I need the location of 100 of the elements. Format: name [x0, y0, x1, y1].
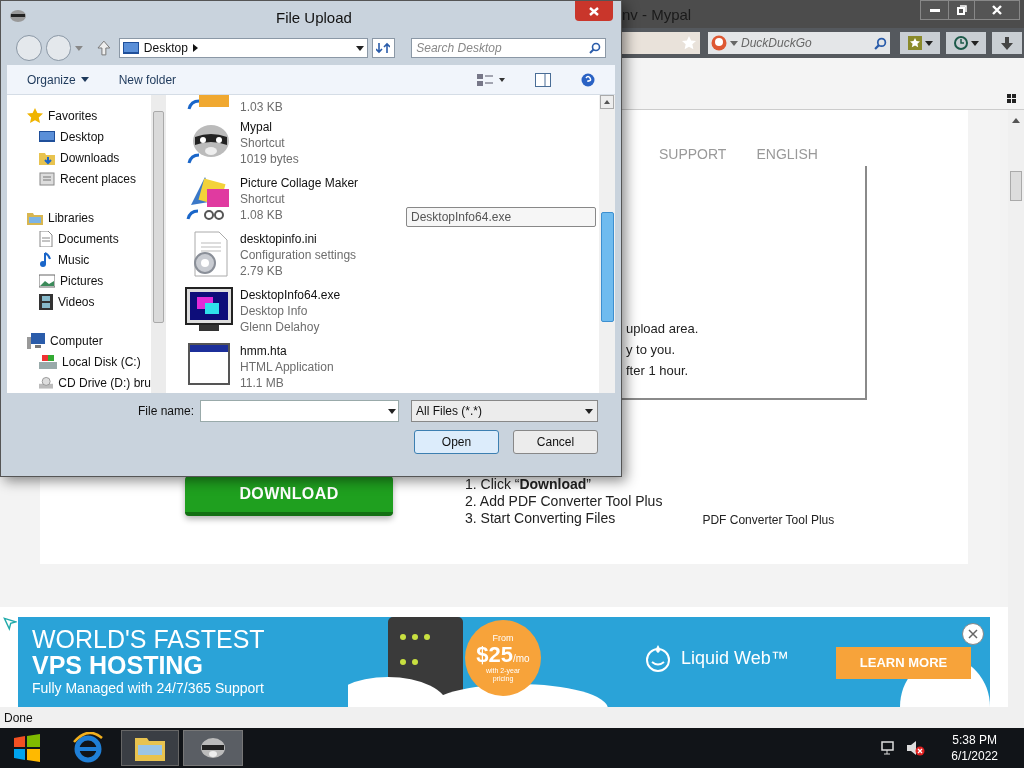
star-icon: [27, 107, 43, 124]
nav-group[interactable]: Libraries: [27, 207, 151, 228]
restore-button[interactable]: [949, 1, 975, 19]
minimize-icon: [929, 8, 940, 12]
search-field[interactable]: Search Desktop: [411, 38, 606, 58]
view-options-icon[interactable]: [477, 72, 505, 87]
scroll-up-icon: [604, 100, 610, 104]
file-detail: Shortcut: [240, 135, 286, 151]
up-arrow-icon[interactable]: [97, 40, 111, 56]
clock-icon: [953, 36, 968, 50]
product-caption: PDF Converter Tool Plus: [702, 512, 835, 529]
nav-item[interactable]: Videos: [27, 291, 151, 312]
file-name-label: File name:: [138, 403, 195, 420]
preview-pane-icon[interactable]: [535, 72, 551, 87]
bookmarks-button[interactable]: [900, 32, 940, 54]
upload-info-text: y to you.: [626, 341, 677, 359]
ad-choices-icon[interactable]: [3, 617, 17, 632]
liquid-web-logo-icon: [643, 643, 673, 673]
nav-item[interactable]: Local Disk (C:): [27, 351, 151, 372]
close-button[interactable]: [575, 1, 613, 21]
organize-menu[interactable]: Organize: [27, 70, 89, 89]
close-icon: [968, 629, 978, 639]
file-detail: Configuration settings: [240, 247, 357, 263]
file-item[interactable]: Mypal Shortcut 1019 bytes: [184, 115, 359, 171]
nav-item[interactable]: Pictures: [27, 270, 151, 291]
document-icon: [39, 230, 53, 247]
computer-icon: [27, 332, 45, 349]
dropdown-caret-icon: [730, 40, 738, 46]
address-bar[interactable]: Desktop: [118, 38, 368, 58]
dropdown-caret-icon: [585, 408, 594, 414]
nav-item[interactable]: Recent places: [27, 168, 151, 189]
upload-info-text: upload area.: [626, 320, 700, 338]
status-text: Done: [4, 709, 33, 727]
download-button[interactable]: [992, 32, 1022, 54]
scrollbar-thumb[interactable]: [153, 111, 164, 323]
price-unit: /mo: [513, 653, 530, 664]
file-name: Mypal: [240, 119, 273, 135]
address-bar[interactable]: [622, 32, 700, 54]
scrollbar[interactable]: [151, 95, 166, 393]
file-item[interactable]: desktopinfo.ini Configuration settings 2.79 KB: [184, 227, 359, 283]
tooltip: DesktopInfo64.exe: [406, 207, 596, 227]
duck-logo-icon: [711, 35, 727, 51]
refresh-button[interactable]: [371, 38, 396, 58]
search-field[interactable]: DuckDuckGo: [708, 32, 890, 54]
file-detail: 1.08 KB: [240, 207, 284, 223]
file-detail: Glenn Delahoy: [240, 319, 321, 335]
new-folder-button[interactable]: New folder: [118, 70, 177, 89]
bookmark-star-icon[interactable]: [682, 36, 696, 50]
scrollbar-thumb[interactable]: [1010, 171, 1022, 201]
recent-places-icon: [39, 171, 55, 186]
nav-item[interactable]: Downloads: [27, 147, 151, 168]
raccoon-app-icon: [9, 9, 27, 23]
desktop-icon: [122, 42, 139, 54]
file-item[interactable]: 1.03 KB: [184, 95, 359, 115]
file-detail: 1019 bytes: [240, 151, 299, 167]
start-button-icon[interactable]: [12, 733, 42, 763]
down-arrow-icon: [1001, 36, 1013, 50]
grid-icon[interactable]: [1007, 94, 1016, 103]
nav-item[interactable]: CD Drive (D:) bru: [27, 372, 151, 393]
nav-item[interactable]: Desktop: [27, 126, 151, 147]
file-item[interactable]: Picture Collage Maker Shortcut 1.08 KB: [184, 171, 359, 227]
file-name: Picture Collage Maker: [240, 175, 359, 191]
internet-explorer-icon[interactable]: [72, 732, 104, 764]
cancel-button[interactable]: Cancel: [513, 430, 598, 454]
nav-group[interactable]: Favorites: [27, 105, 151, 126]
file-name: desktopinfo.ini: [240, 231, 318, 247]
file-name-input[interactable]: [200, 400, 400, 422]
file-explorer-button[interactable]: [121, 730, 179, 766]
nav-item[interactable]: Music: [27, 249, 151, 270]
file-item[interactable]: hmm.hta HTML Application 11.1 MB: [184, 339, 359, 393]
dropdown-caret-icon: [924, 40, 933, 46]
browser-taskbar-button[interactable]: [183, 730, 243, 766]
scroll-up-icon: [1012, 118, 1020, 123]
muted-speaker-icon[interactable]: [907, 740, 926, 756]
scroll-up-button[interactable]: [600, 95, 614, 109]
scrollbar[interactable]: [599, 95, 615, 393]
upload-info-text: fter 1 hour.: [626, 362, 690, 380]
history-button[interactable]: [946, 32, 986, 54]
dropdown-caret-icon: [355, 45, 364, 51]
ad-subline: Fully Managed with 24/7/365 Support: [32, 679, 265, 698]
location-text: Desktop: [143, 40, 188, 57]
open-button[interactable]: Open: [414, 430, 499, 454]
file-detail: 11.1 MB: [240, 375, 285, 391]
file-type-select[interactable]: All Files (*.*): [411, 400, 599, 422]
film-strip-icon: [39, 293, 53, 310]
raccoon-icon: [199, 736, 227, 760]
minimize-button[interactable]: [921, 1, 949, 19]
close-button[interactable]: [975, 1, 1019, 19]
file-name: DesktopInfo64.exe: [240, 287, 341, 303]
close-button[interactable]: [962, 623, 984, 645]
help-icon[interactable]: [581, 72, 595, 87]
step-text: 2. Add PDF Converter Tool Plus: [465, 493, 663, 510]
ad-headline: WORLD'S FASTEST: [32, 626, 265, 652]
scrollbar-thumb[interactable]: [600, 212, 614, 322]
file-item[interactable]: DesktopInfo64.exe Desktop Info Glenn Delahoy: [184, 283, 359, 339]
refresh-arrows-icon: [376, 42, 391, 54]
nav-item[interactable]: Documents: [27, 228, 151, 249]
dialog-title: File Upload: [276, 8, 352, 28]
nav-group[interactable]: Computer: [27, 330, 151, 351]
dropdown-caret-icon: [80, 77, 89, 82]
